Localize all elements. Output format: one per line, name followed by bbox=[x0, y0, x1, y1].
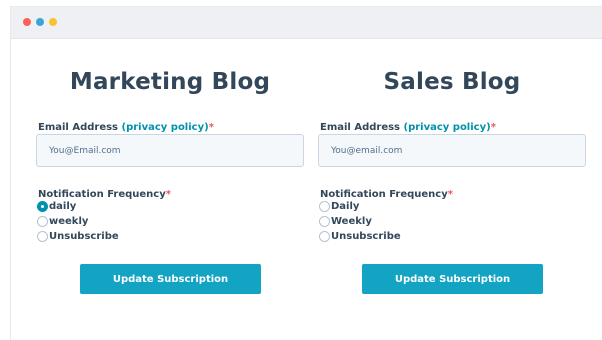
close-dot-icon[interactable] bbox=[23, 18, 31, 26]
email-label-text: Email Address bbox=[320, 122, 404, 133]
radio-option-weekly[interactable]: weekly bbox=[37, 214, 88, 228]
radio-option-label: Daily bbox=[331, 200, 360, 212]
browser-window: Marketing Blog Email Address (privacy po… bbox=[10, 6, 602, 340]
radio-option-weekly[interactable]: Weekly bbox=[319, 214, 372, 228]
radio-option-label: weekly bbox=[49, 215, 89, 227]
required-mark: * bbox=[490, 122, 496, 133]
update-subscription-button[interactable]: Update Subscription bbox=[362, 264, 543, 294]
radio-button-icon[interactable] bbox=[37, 215, 48, 227]
radio-option-label: Weekly bbox=[331, 215, 372, 227]
radio-option-label: Unsubscribe bbox=[331, 230, 401, 242]
radio-button-icon[interactable] bbox=[37, 200, 48, 212]
radio-option-unsubscribe[interactable]: Unsubscribe bbox=[37, 229, 119, 243]
minimize-dot-icon[interactable] bbox=[36, 18, 44, 26]
required-mark: * bbox=[208, 122, 214, 133]
sales-blog-title: Sales Blog bbox=[383, 69, 521, 95]
update-subscription-button[interactable]: Update Subscription bbox=[80, 264, 261, 294]
marketing-email-input[interactable] bbox=[36, 134, 304, 167]
radio-option-label: Unsubscribe bbox=[49, 230, 119, 242]
radio-option-daily[interactable]: Daily bbox=[319, 199, 359, 213]
maximize-dot-icon[interactable] bbox=[49, 18, 57, 26]
radio-option-label: daily bbox=[49, 200, 77, 212]
required-mark: * bbox=[165, 189, 171, 200]
marketing-blog-title: Marketing Blog bbox=[69, 69, 271, 95]
radio-button-icon[interactable] bbox=[319, 200, 330, 212]
sales-email-input[interactable] bbox=[318, 134, 586, 167]
radio-button-icon[interactable] bbox=[319, 230, 330, 242]
email-label-text: Email Address bbox=[38, 122, 122, 133]
email-address-label: Email Address (privacy policy)* bbox=[320, 122, 496, 133]
window-titlebar bbox=[11, 7, 602, 39]
radio-option-daily[interactable]: daily bbox=[37, 199, 76, 213]
radio-button-icon[interactable] bbox=[319, 215, 330, 227]
required-mark: * bbox=[447, 189, 453, 200]
email-address-label: Email Address (privacy policy)* bbox=[38, 122, 214, 133]
radio-option-unsubscribe[interactable]: Unsubscribe bbox=[319, 229, 401, 243]
radio-button-icon[interactable] bbox=[37, 230, 48, 242]
privacy-policy-link[interactable]: (privacy policy) bbox=[122, 122, 209, 133]
privacy-policy-link[interactable]: (privacy policy) bbox=[404, 122, 491, 133]
